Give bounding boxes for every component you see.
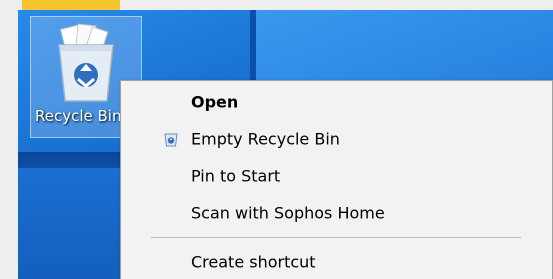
menu-item-label: Scan with Sophos Home — [191, 203, 385, 223]
context-menu: Open Empty Recycle Bin Pin to Start Scan… — [120, 80, 553, 279]
menu-separator — [151, 237, 521, 238]
menu-item-label: Open — [191, 92, 239, 112]
window-frame-left — [0, 0, 18, 279]
desktop-icon-label: Recycle Bin — [35, 107, 122, 125]
menu-item-empty-recycle-bin[interactable]: Empty Recycle Bin — [121, 124, 553, 154]
accent-tab — [22, 0, 120, 10]
menu-item-label: Pin to Start — [191, 166, 281, 186]
menu-item-scan-with-sophos[interactable]: Scan with Sophos Home — [121, 198, 553, 228]
desktop: Recycle Bin Open Empty Recycle Bin Pin t… — [0, 0, 553, 279]
menu-item-label: Create shortcut — [191, 252, 316, 272]
menu-item-label: Empty Recycle Bin — [191, 129, 340, 149]
menu-item-open[interactable]: Open — [121, 87, 553, 117]
menu-item-pin-to-start[interactable]: Pin to Start — [121, 161, 553, 191]
recycle-icon — [163, 131, 179, 147]
recycle-bin-icon — [58, 23, 114, 102]
menu-item-create-shortcut[interactable]: Create shortcut — [121, 247, 553, 277]
